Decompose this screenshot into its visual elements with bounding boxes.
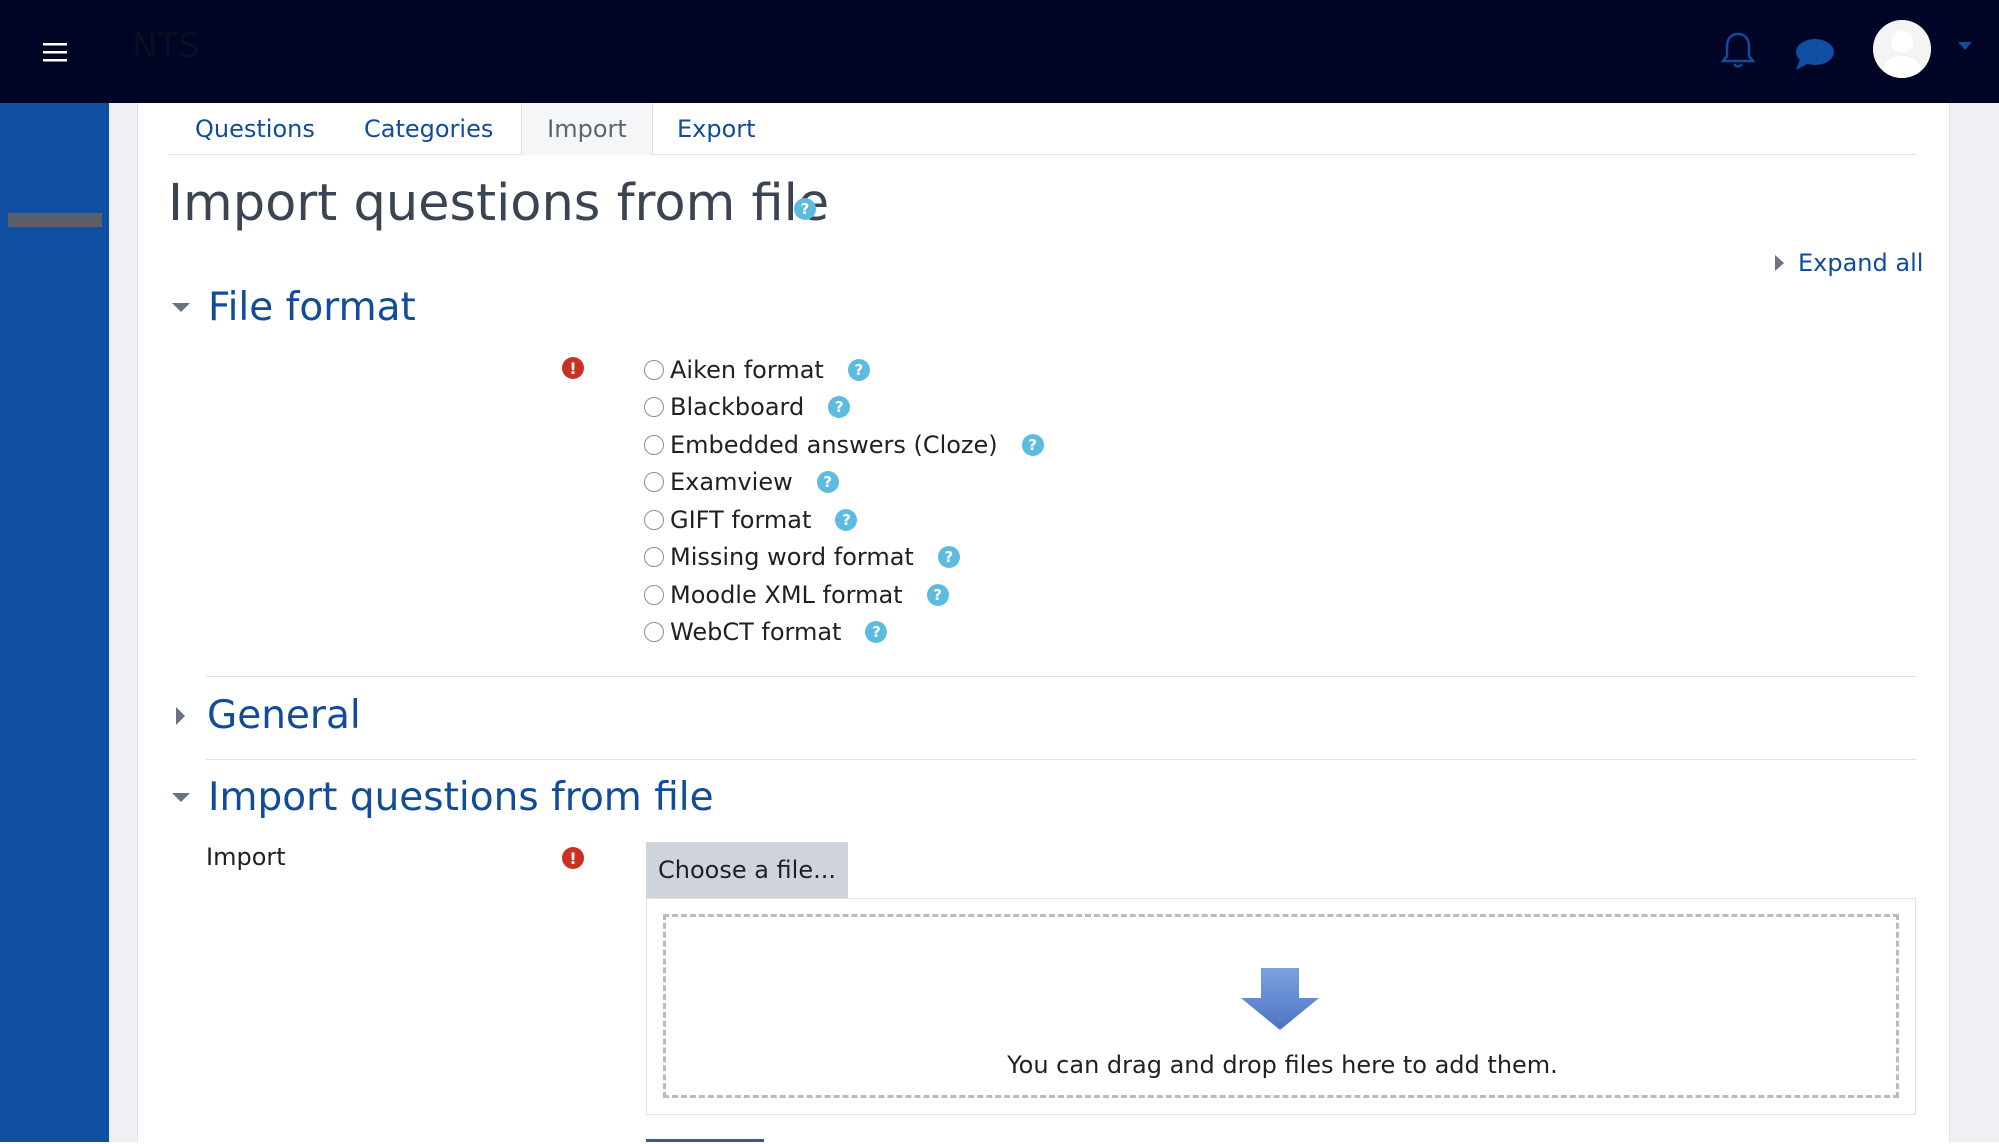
tab-bar: Questions Categories Import Export (168, 103, 1916, 155)
site-name[interactable]: NTS (132, 26, 200, 66)
radio-option-missing-word[interactable]: Missing word format ? (644, 542, 960, 572)
radio-label: Moodle XML format (670, 581, 903, 609)
expand-all-label: Expand all (1798, 249, 1924, 277)
tab-questions[interactable]: Questions (195, 103, 315, 154)
avatar-icon (1873, 20, 1931, 78)
help-icon[interactable]: ? (1021, 434, 1044, 456)
tab-import[interactable]: Import (521, 103, 653, 155)
radio-button[interactable] (644, 547, 664, 567)
tab-categories[interactable]: Categories (364, 103, 493, 154)
help-icon[interactable]: ? (816, 471, 839, 493)
help-icon[interactable]: ? (828, 396, 851, 418)
radio-option-examview[interactable]: Examview ? (644, 467, 839, 497)
choose-file-button[interactable]: Choose a file... (646, 842, 848, 898)
section-import-file[interactable]: Import questions from file (168, 775, 714, 820)
radio-button[interactable] (644, 360, 664, 380)
radio-button[interactable] (644, 622, 664, 642)
radio-option-webct[interactable]: WebCT format ? (644, 617, 888, 647)
drop-instructions: You can drag and drop files here to add … (0, 1051, 1999, 1079)
import-field-label: Import (206, 843, 286, 871)
user-avatar[interactable] (1873, 20, 1931, 78)
section-title: General (207, 693, 361, 738)
expand-all-link[interactable]: Expand all (1775, 249, 1923, 277)
required-icon: ! (562, 847, 584, 869)
radio-label: Examview (670, 468, 793, 496)
drawer-item[interactable] (8, 213, 102, 227)
radio-button[interactable] (644, 397, 664, 417)
radio-label: Blackboard (670, 393, 805, 421)
section-title: Import questions from file (208, 775, 714, 820)
tab-export[interactable]: Export (677, 103, 756, 154)
menu-toggle-button[interactable] (0, 0, 109, 103)
help-icon[interactable]: ? (865, 621, 888, 643)
radio-option-aiken[interactable]: Aiken format ? (644, 355, 870, 385)
radio-button[interactable] (644, 472, 664, 492)
left-drawer (0, 103, 109, 1144)
radio-label: Missing word format (670, 543, 914, 571)
chat-bubble-icon[interactable] (1790, 32, 1840, 76)
radio-option-gift[interactable]: GIFT format ? (644, 505, 858, 535)
divider (206, 676, 1916, 677)
help-icon[interactable]: ? (847, 359, 870, 381)
caret-down-icon (172, 793, 190, 802)
radio-option-moodle-xml[interactable]: Moodle XML format ? (644, 580, 949, 610)
divider (206, 759, 1916, 760)
radio-button[interactable] (644, 510, 664, 530)
help-icon[interactable]: ? (937, 546, 960, 568)
caret-right-icon (1775, 255, 1784, 271)
hamburger-icon (42, 42, 67, 61)
radio-button[interactable] (644, 435, 664, 455)
required-icon: ! (562, 357, 584, 379)
radio-label: Aiken format (670, 356, 824, 384)
radio-option-blackboard[interactable]: Blackboard ? (644, 392, 851, 422)
caret-down-icon (172, 303, 190, 312)
download-arrow-icon (1241, 968, 1319, 1030)
radio-label: WebCT format (670, 618, 842, 646)
page-title: Import questions from file (168, 174, 830, 233)
caret-right-icon (176, 706, 185, 725)
radio-label: Embedded answers (Cloze) (670, 431, 998, 459)
radio-label: GIFT format (670, 506, 812, 534)
section-file-format[interactable]: File format (168, 285, 416, 330)
help-icon[interactable]: ? (835, 509, 858, 531)
help-icon[interactable]: ? (926, 584, 949, 606)
section-title: File format (208, 285, 416, 330)
radio-option-cloze[interactable]: Embedded answers (Cloze) ? (644, 430, 1044, 460)
top-navbar: NTS (0, 0, 1999, 103)
bell-icon[interactable] (1718, 28, 1758, 72)
drop-instructions-text: You can drag and drop files here to add … (1007, 1051, 1558, 1079)
radio-button[interactable] (644, 585, 664, 605)
section-general[interactable]: General (168, 693, 361, 738)
help-icon[interactable]: ? (794, 198, 816, 220)
chevron-down-icon[interactable] (1958, 42, 1972, 50)
